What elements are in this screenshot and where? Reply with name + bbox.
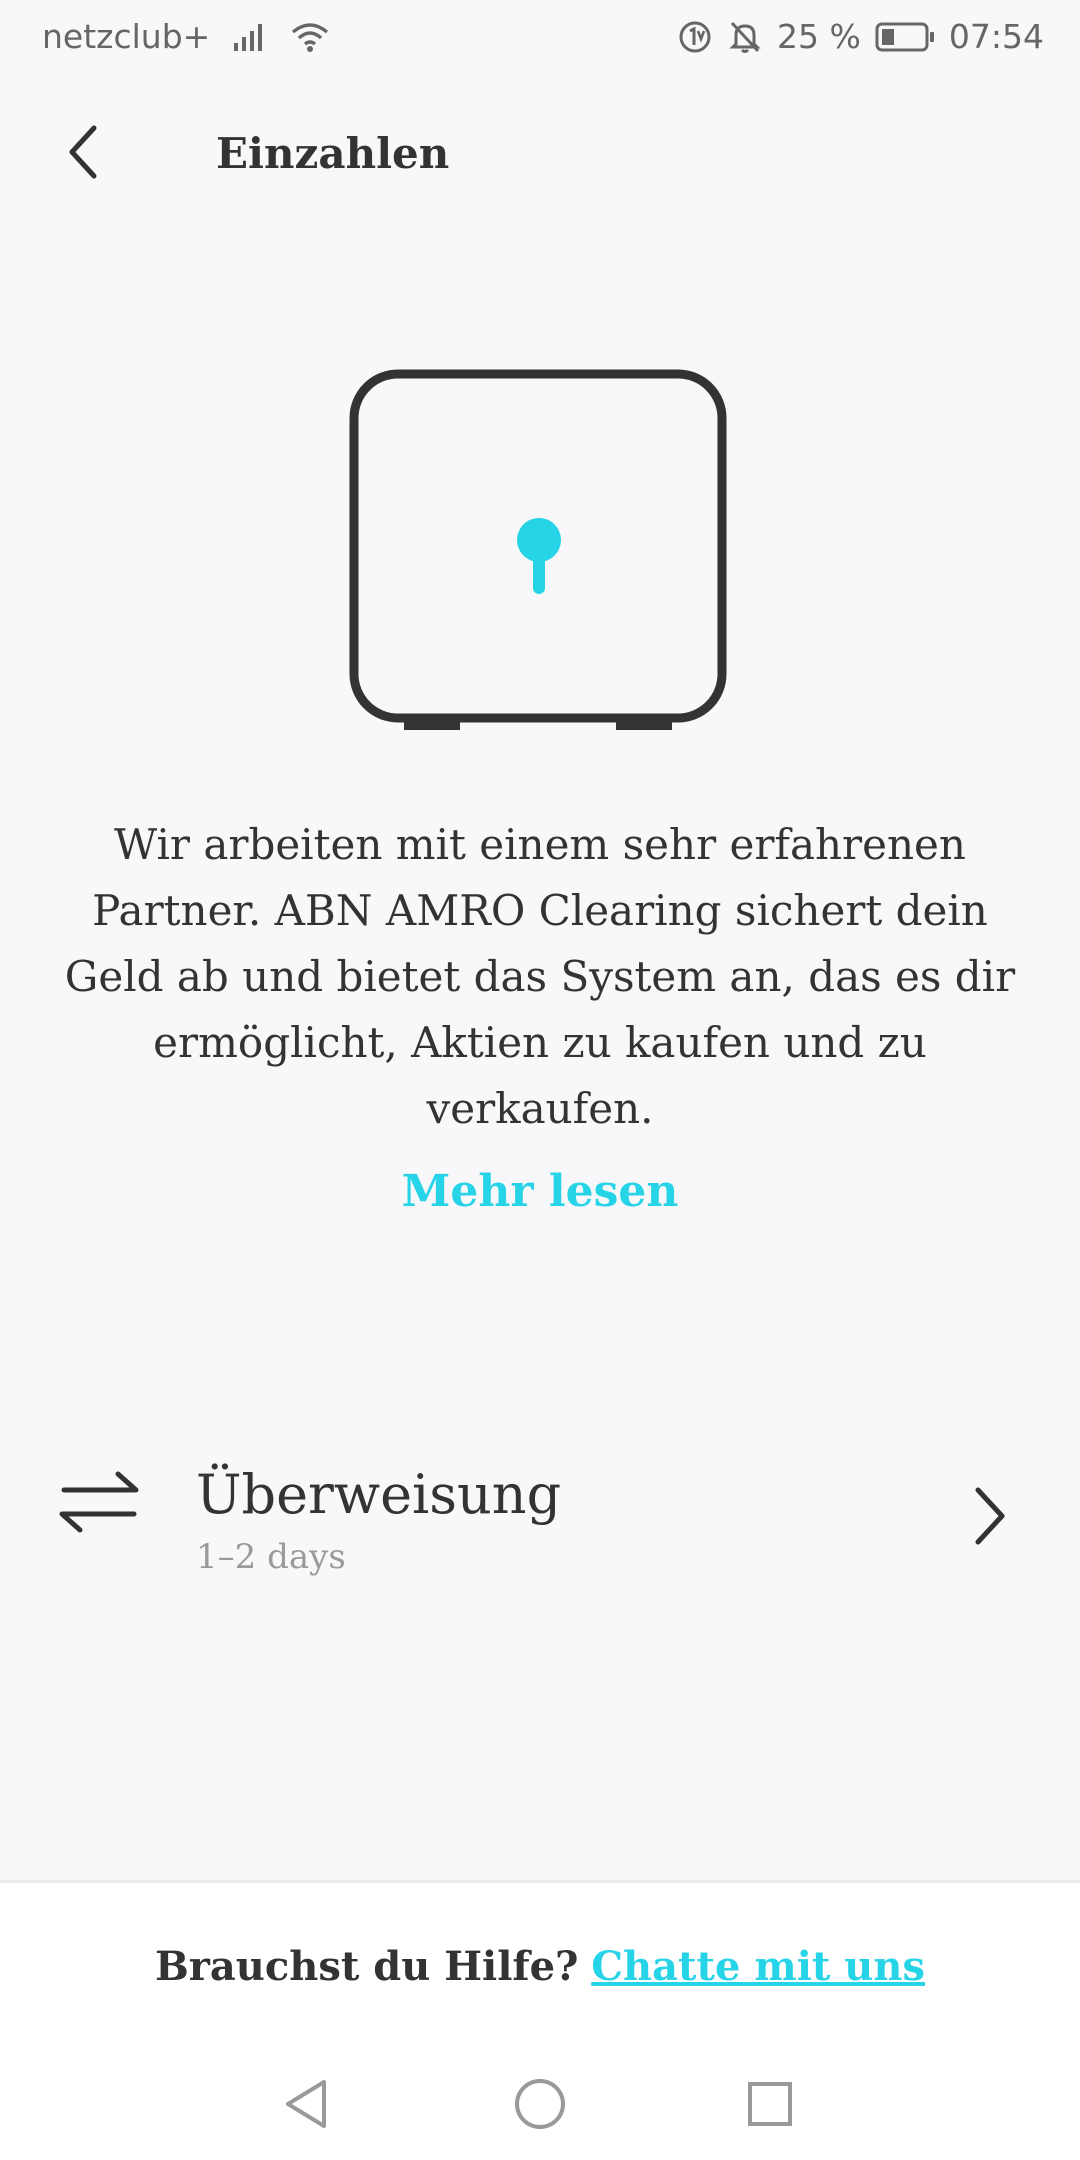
info-description: Wir arbeiten mit einem sehr erfahrenen P…	[64, 820, 1016, 1133]
mute-icon	[727, 19, 763, 55]
help-text: Brauchst du Hilfe?	[155, 1943, 579, 1990]
help-line: Brauchst du Hilfe? Chatte mit uns	[0, 1937, 1080, 1997]
back-triangle-icon[interactable]	[276, 2072, 340, 2136]
recents-square-icon[interactable]	[738, 2072, 802, 2136]
signal-icon	[232, 21, 268, 53]
home-circle-icon[interactable]	[508, 2072, 572, 2136]
transfer-title: Überweisung	[196, 1463, 562, 1526]
read-more-link[interactable]: Mehr lesen	[0, 1162, 1080, 1222]
status-left: netzclub+	[42, 16, 330, 58]
header: Einzahlen	[0, 100, 1080, 212]
chat-link[interactable]: Chatte mit uns	[591, 1943, 925, 1990]
transfer-arrows-icon	[56, 1466, 142, 1538]
payment-method-transfer[interactable]: Überweisung 1–2 days	[0, 1440, 1080, 1600]
back-button[interactable]	[52, 122, 116, 186]
chevron-right-icon	[960, 1484, 1020, 1548]
data-saver-icon	[677, 19, 713, 55]
battery-icon	[875, 21, 935, 53]
safe-keyhole-icon	[346, 366, 734, 742]
carrier-name: netzclub+	[42, 17, 211, 56]
wifi-icon	[290, 20, 330, 54]
system-nav-bar	[0, 2050, 1080, 2160]
status-right: 25 % 07:54	[677, 16, 1044, 58]
back-arrow-icon	[64, 124, 104, 184]
battery-percent: 25 %	[777, 17, 861, 56]
page-title: Einzahlen	[216, 129, 450, 178]
clock: 07:54	[948, 17, 1044, 56]
status-bar: netzclub+ 25 % 07:54	[0, 0, 1080, 76]
transfer-duration: 1–2 days	[196, 1537, 346, 1577]
